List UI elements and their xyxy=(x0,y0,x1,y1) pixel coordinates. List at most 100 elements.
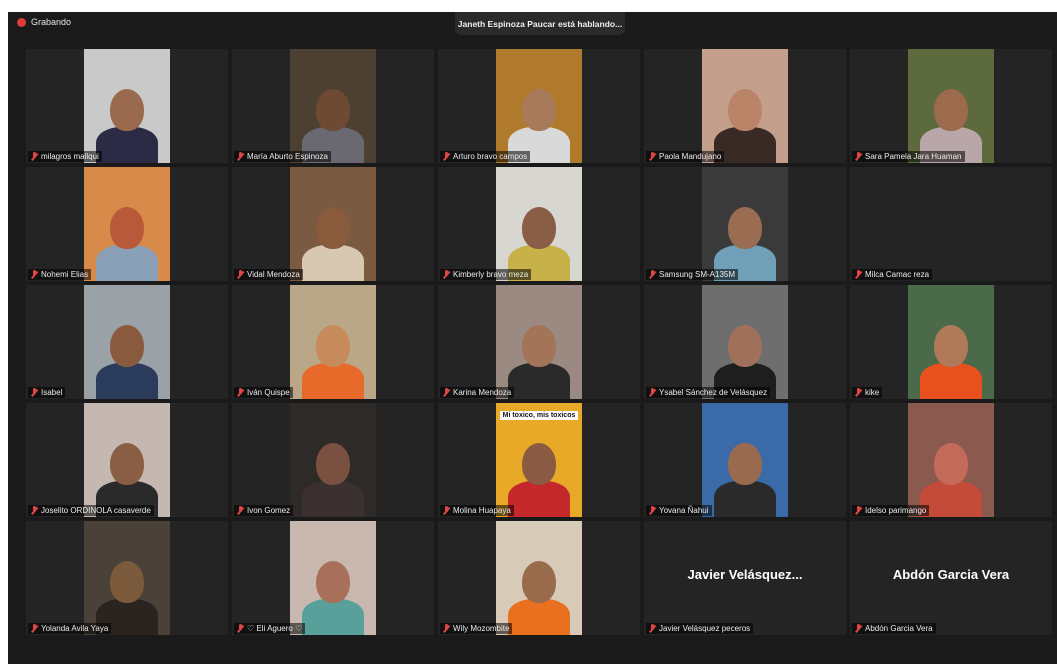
participant-tile[interactable]: María Aburto Espinoza xyxy=(232,49,434,163)
participant-body xyxy=(714,481,776,517)
mic-muted-icon xyxy=(855,388,862,397)
participant-tile[interactable]: Joselito ORDINOLA casaverde xyxy=(26,403,228,517)
participant-video xyxy=(908,285,994,399)
participant-body xyxy=(302,599,364,635)
participant-name-tag: Sara Pamela Jara Huaman xyxy=(852,151,965,162)
mic-muted-icon xyxy=(855,624,862,633)
participant-tile[interactable]: Arturo bravo campos xyxy=(438,49,640,163)
participant-video xyxy=(908,167,994,281)
participant-tile[interactable]: Kimberly bravo meza xyxy=(438,167,640,281)
video-overlay-text: Mi toxico, mis toxicos xyxy=(500,411,578,420)
participant-tile[interactable]: Ivon Gomez xyxy=(232,403,434,517)
mic-muted-icon xyxy=(31,270,38,279)
participant-name: Karina Mendoza xyxy=(453,388,512,397)
mic-muted-icon xyxy=(855,270,862,279)
mic-muted-icon xyxy=(649,624,656,633)
participant-name-tag: Nohemi Elias xyxy=(28,269,92,280)
participant-tile[interactable]: Nohemi Elias xyxy=(26,167,228,281)
participant-video xyxy=(290,167,376,281)
participant-tile[interactable]: Javier Velásquez... Javier Velásquez pece… xyxy=(644,521,846,635)
mic-muted-icon xyxy=(443,388,450,397)
participant-tile[interactable]: Yolanda Avila Yaya xyxy=(26,521,228,635)
mic-muted-icon xyxy=(237,624,244,633)
participant-face xyxy=(522,325,556,367)
mic-muted-icon xyxy=(31,388,38,397)
participant-video xyxy=(290,285,376,399)
participant-video xyxy=(290,521,376,635)
participant-face xyxy=(110,561,144,603)
participant-face xyxy=(316,561,350,603)
participant-face xyxy=(728,443,762,485)
participant-face xyxy=(728,207,762,249)
participant-body xyxy=(96,245,158,281)
participant-tile[interactable]: Paola Mandujano xyxy=(644,49,846,163)
participant-tile[interactable]: Sara Pamela Jara Huaman xyxy=(850,49,1052,163)
mic-muted-icon xyxy=(855,506,862,515)
participant-tile[interactable]: kike xyxy=(850,285,1052,399)
participant-name: Kimberly bravo meza xyxy=(453,270,529,279)
participant-tile[interactable]: Isabel xyxy=(26,285,228,399)
participant-video: Mi toxico, mis toxicos xyxy=(496,403,582,517)
participant-video xyxy=(496,49,582,163)
participant-tile[interactable]: Yovana Ñahui xyxy=(644,403,846,517)
participant-name: Isabel xyxy=(41,388,63,397)
participant-tile[interactable]: ♡ Eli Aguero ♡ xyxy=(232,521,434,635)
participant-name-tag: Wily Mozombite xyxy=(440,623,513,634)
participant-name-tag: Paola Mandujano xyxy=(646,151,725,162)
participant-body xyxy=(302,481,364,517)
participant-video xyxy=(290,49,376,163)
record-icon xyxy=(17,17,26,27)
participant-display-name: Javier Velásquez... xyxy=(687,567,803,582)
participant-name-tag: ♡ Eli Aguero ♡ xyxy=(234,623,306,634)
participant-tile[interactable]: Idelso parimango xyxy=(850,403,1052,517)
meeting-window: Grabando Janeth Espinoza Paucar está hab… xyxy=(8,12,1057,664)
mic-muted-icon xyxy=(237,270,244,279)
participant-tile[interactable]: milagros mallqui xyxy=(26,49,228,163)
recording-indicator[interactable]: Grabando xyxy=(17,15,71,29)
participant-name-tag: Ysabel Sánchez de Velásquez xyxy=(646,387,771,398)
participant-tile[interactable]: Wily Mozombite xyxy=(438,521,640,635)
participant-video xyxy=(290,403,376,517)
mic-muted-icon xyxy=(443,270,450,279)
mic-muted-icon xyxy=(31,506,38,515)
participant-tile[interactable]: Vidal Mendoza xyxy=(232,167,434,281)
participant-face xyxy=(728,325,762,367)
participant-body xyxy=(508,599,570,635)
participant-name: María Aburto Espinoza xyxy=(247,152,328,161)
participant-name: Vidal Mendoza xyxy=(247,270,300,279)
participant-tile[interactable]: Abdón Garcia Vera Abdón Garcia Vera xyxy=(850,521,1052,635)
participant-name-tag: milagros mallqui xyxy=(28,151,102,162)
participant-name: Idelso parimango xyxy=(865,506,927,515)
participant-name: Sara Pamela Jara Huaman xyxy=(865,152,962,161)
participant-tile[interactable]: Mi toxico, mis toxicos Molina Huapaya xyxy=(438,403,640,517)
participant-tile[interactable]: Karina Mendoza xyxy=(438,285,640,399)
participant-video xyxy=(702,49,788,163)
participant-face xyxy=(110,89,144,131)
participant-video xyxy=(496,285,582,399)
participant-name-tag: kike xyxy=(852,387,883,398)
participant-name-tag: Isabel xyxy=(28,387,66,398)
participant-name-tag: Idelso parimango xyxy=(852,505,930,516)
participant-name: milagros mallqui xyxy=(41,152,99,161)
participant-tile[interactable]: Ysabel Sánchez de Velásquez xyxy=(644,285,846,399)
participant-video xyxy=(84,167,170,281)
participant-body xyxy=(508,481,570,517)
participant-name-tag: Arturo bravo campos xyxy=(440,151,531,162)
participant-face xyxy=(522,443,556,485)
participant-face xyxy=(110,207,144,249)
participant-tile[interactable]: Milca Camac reza xyxy=(850,167,1052,281)
participant-face xyxy=(522,207,556,249)
participant-name: Javier Velásquez peceros xyxy=(659,624,751,633)
participant-name-tag: Javier Velásquez peceros xyxy=(646,623,754,634)
participant-tile[interactable]: Iván Quispe xyxy=(232,285,434,399)
participant-face xyxy=(316,325,350,367)
participant-body xyxy=(508,363,570,399)
participant-body xyxy=(302,363,364,399)
mic-muted-icon xyxy=(855,152,862,161)
participant-name: Arturo bravo campos xyxy=(453,152,528,161)
participant-name-tag: Karina Mendoza xyxy=(440,387,515,398)
participant-video xyxy=(702,285,788,399)
participant-name-tag: Iván Quispe xyxy=(234,387,293,398)
participant-tile[interactable]: Samsung SM-A135M xyxy=(644,167,846,281)
recording-label: Grabando xyxy=(31,17,72,27)
